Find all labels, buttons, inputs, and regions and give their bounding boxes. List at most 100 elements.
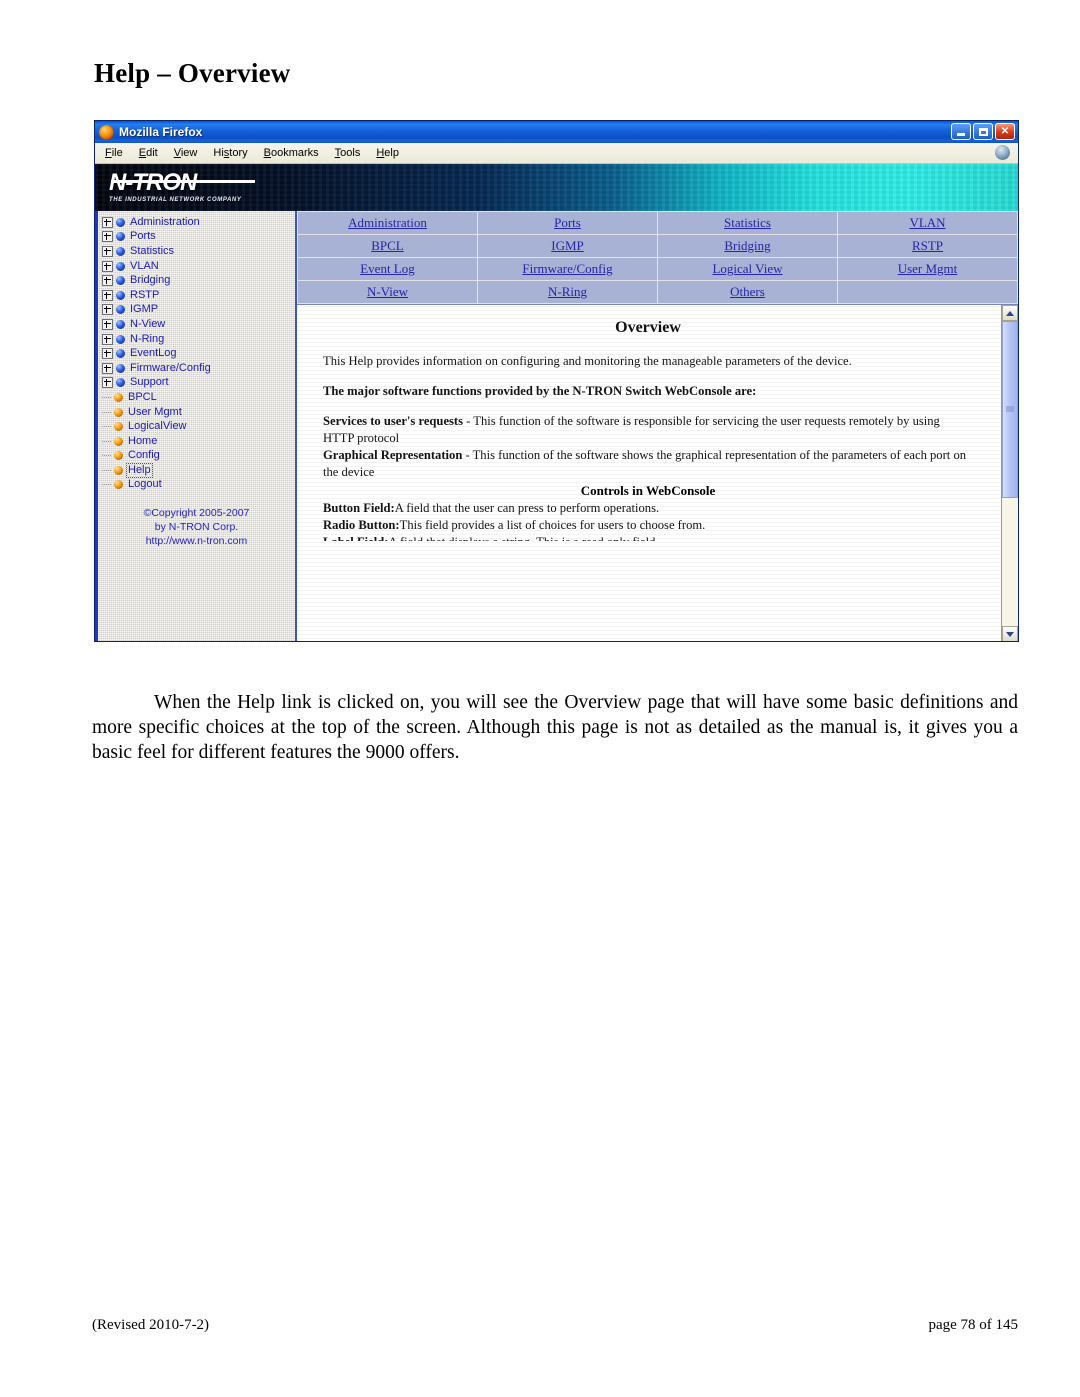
expand-plus-icon[interactable]: [102, 275, 113, 287]
sidebar-item-config[interactable]: Config: [98, 449, 295, 464]
sidebar-item-administration[interactable]: Administration: [98, 215, 295, 230]
menu-item-tools[interactable]: Tools: [335, 147, 361, 159]
table-row: N-View N-Ring Others: [297, 280, 1018, 304]
nav-link[interactable]: Logical View: [712, 261, 782, 276]
menu-item-edit[interactable]: Edit: [139, 147, 158, 159]
nav-link[interactable]: Others: [730, 284, 765, 299]
ntron-banner: N-TRON THE INDUSTRIAL NETWORK COMPANY: [95, 164, 1018, 211]
sidebar-item-user-mgmt[interactable]: User Mgmt: [98, 405, 295, 420]
menu-item-history[interactable]: History: [213, 147, 247, 159]
sidebar-item-n-ring[interactable]: N-Ring: [98, 332, 295, 347]
nav-link[interactable]: RSTP: [912, 238, 943, 253]
help-label-field-item: Label Field:A field that displays a stri…: [323, 534, 973, 541]
expand-plus-icon[interactable]: [102, 377, 113, 389]
expand-plus-icon[interactable]: [102, 289, 113, 301]
sidebar-item-label: Statistics: [130, 244, 175, 257]
nav-link[interactable]: Firmware/Config: [522, 261, 612, 276]
nav-link[interactable]: Ports: [554, 215, 581, 230]
expand-plus-icon[interactable]: [102, 362, 113, 374]
nav-link[interactable]: Administration: [348, 215, 427, 230]
nav-cell-user-mgmt[interactable]: User Mgmt: [837, 257, 1018, 281]
help-topic-nav-table: Administration Ports Statistics VLAN BPC…: [297, 211, 1018, 304]
menu-item-help[interactable]: Help: [376, 147, 399, 159]
scrollbar-grip-icon: [1006, 406, 1014, 412]
close-button[interactable]: ✕: [995, 123, 1015, 140]
copyright-website-link[interactable]: http://www.n-tron.com: [98, 534, 295, 548]
help-intro-paragraph: This Help provides information on config…: [323, 354, 852, 368]
expand-plus-icon[interactable]: [102, 231, 113, 243]
node-bullet-icon: [116, 217, 125, 227]
nav-link[interactable]: Statistics: [724, 215, 771, 230]
copyright-line-2: by N-TRON Corp.: [154, 521, 239, 534]
sidebar-item-eventlog[interactable]: EventLog: [98, 346, 295, 361]
sidebar-item-bridging[interactable]: Bridging: [98, 273, 295, 288]
help-document-wrapper: Overview This Help provides information …: [297, 304, 1018, 641]
nav-cell-statistics[interactable]: Statistics: [657, 211, 838, 235]
footer-revision: (Revised 2010-7-2): [92, 1317, 210, 1333]
sidebar-item-vlan[interactable]: VLAN: [98, 259, 295, 274]
sidebar-item-help[interactable]: Help: [98, 462, 295, 478]
sidebar-item-statistics[interactable]: Statistics: [98, 244, 295, 259]
maximize-button[interactable]: [973, 123, 993, 140]
expand-plus-icon[interactable]: [102, 245, 113, 257]
sidebar-item-label: N-Ring: [130, 332, 165, 345]
nav-cell-bridging[interactable]: Bridging: [657, 234, 838, 258]
sidebar-item-label: Config: [128, 449, 160, 462]
nav-cell-n-view[interactable]: N-View: [297, 280, 478, 304]
sidebar-item-logout[interactable]: Logout: [98, 478, 295, 493]
nav-cell-logical-view[interactable]: Logical View: [657, 257, 838, 281]
sidebar-item-label: N-View: [130, 317, 166, 330]
sidebar-item-label: Bridging: [130, 274, 171, 287]
leaf-bullet-icon: [114, 451, 123, 461]
nav-link[interactable]: N-Ring: [548, 284, 587, 299]
browser-content-area: Administration Ports Statistics VLAN Bri: [95, 211, 1018, 641]
sidebar-item-support[interactable]: Support: [98, 376, 295, 391]
sidebar-item-bpcl[interactable]: BPCL: [98, 390, 295, 405]
expand-plus-icon[interactable]: [102, 333, 113, 345]
nav-cell-administration[interactable]: Administration: [297, 211, 478, 235]
nav-link[interactable]: Event Log: [360, 261, 415, 276]
nav-cell-n-ring[interactable]: N-Ring: [477, 280, 658, 304]
sidebar-item-logicalview[interactable]: LogicalView: [98, 419, 295, 434]
sidebar-item-igmp[interactable]: IGMP: [98, 303, 295, 318]
sidebar-item-label: Ports: [130, 230, 156, 243]
nav-link[interactable]: IGMP: [551, 238, 584, 253]
sidebar-item-rstp[interactable]: RSTP: [98, 288, 295, 303]
menu-item-view[interactable]: View: [174, 147, 198, 159]
expand-plus-icon[interactable]: [102, 348, 113, 360]
scroll-down-button[interactable]: [1002, 626, 1018, 641]
nav-cell-rstp[interactable]: RSTP: [837, 234, 1018, 258]
expand-plus-icon[interactable]: [102, 318, 113, 330]
expand-plus-icon[interactable]: [102, 304, 113, 316]
nav-cell-firmware-config[interactable]: Firmware/Config: [477, 257, 658, 281]
nav-cell-ports[interactable]: Ports: [477, 211, 658, 235]
scrollbar-thumb[interactable]: [1002, 321, 1018, 498]
nav-link[interactable]: BPCL: [371, 238, 404, 253]
nav-cell-bpcl[interactable]: BPCL: [297, 234, 478, 258]
window-title: Mozilla Firefox: [119, 125, 203, 139]
help-content-pane: Administration Ports Statistics VLAN BPC…: [297, 211, 1018, 641]
content-vertical-scrollbar[interactable]: [1001, 305, 1018, 641]
nav-link[interactable]: User Mgmt: [898, 261, 958, 276]
sidebar-item-firmware-config[interactable]: Firmware/Config: [98, 361, 295, 376]
nav-link[interactable]: N-View: [367, 284, 408, 299]
scrollbar-track[interactable]: [1002, 321, 1018, 626]
leaf-bullet-icon: [114, 422, 123, 432]
nav-cell-event-log[interactable]: Event Log: [297, 257, 478, 281]
sidebar-item-n-view[interactable]: N-View: [98, 317, 295, 332]
sidebar-item-ports[interactable]: Ports: [98, 230, 295, 245]
scroll-up-button[interactable]: [1002, 305, 1018, 321]
menu-item-bookmarks[interactable]: Bookmarks: [264, 147, 319, 159]
nav-cell-others[interactable]: Others: [657, 280, 838, 304]
nav-cell-igmp[interactable]: IGMP: [477, 234, 658, 258]
minimize-button[interactable]: [951, 123, 971, 140]
navigation-sidebar: Administration Ports Statistics VLAN Bri: [95, 211, 297, 641]
expand-plus-icon[interactable]: [102, 260, 113, 272]
node-bullet-icon: [116, 276, 125, 286]
expand-plus-icon[interactable]: [102, 216, 113, 228]
sidebar-item-home[interactable]: Home: [98, 434, 295, 449]
nav-cell-vlan[interactable]: VLAN: [837, 211, 1018, 235]
nav-link[interactable]: VLAN: [909, 215, 945, 230]
nav-link[interactable]: Bridging: [724, 238, 770, 253]
menu-item-file[interactable]: File: [105, 147, 123, 159]
